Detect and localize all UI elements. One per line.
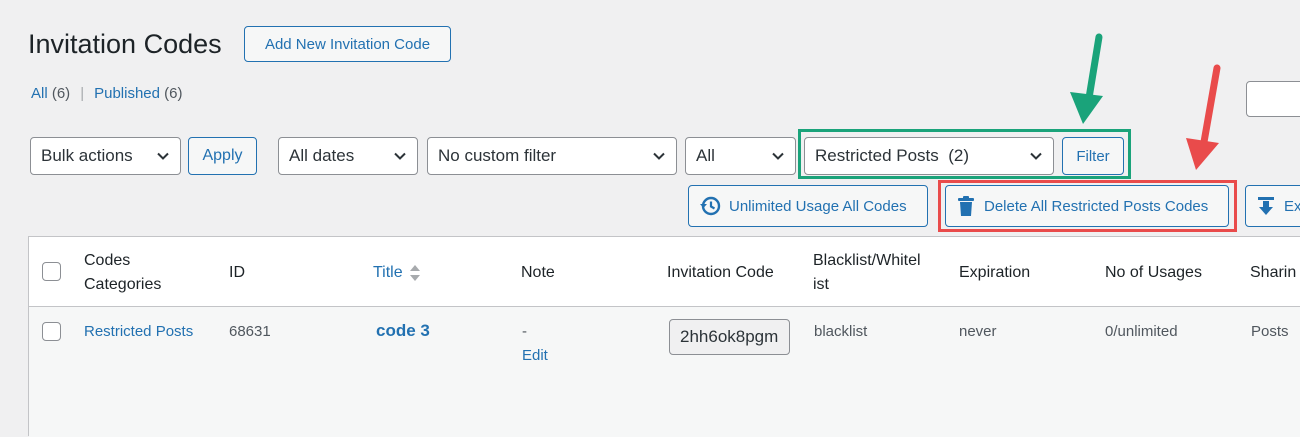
row-edit-link[interactable]: Edit <box>522 347 548 364</box>
row-expiration: never <box>959 323 997 340</box>
column-id: ID <box>229 264 245 281</box>
table-header: Codes Categories ID Title Note Invitatio… <box>29 237 1300 307</box>
row-note: - <box>522 323 527 340</box>
column-blacklist-whitelist: Blacklist/Whitel ist <box>813 252 921 293</box>
row-checkbox[interactable] <box>42 322 61 341</box>
select-all-checkbox[interactable] <box>42 262 61 281</box>
column-note: Note <box>521 264 555 281</box>
row-title-link[interactable]: code 3 <box>376 321 430 341</box>
sort-icon <box>409 265 420 281</box>
column-sharing: Sharin <box>1250 264 1297 281</box>
table-row: Restricted Posts 68631 code 3 - Edit 2hh… <box>29 307 1300 437</box>
row-sharing: Posts <box>1251 323 1289 340</box>
row-category-link[interactable]: Restricted Posts <box>84 323 193 340</box>
row-invitation-code-field[interactable]: 2hh6ok8pgm <box>669 319 790 355</box>
column-title-sortable[interactable]: Title <box>373 261 421 285</box>
row-usages: 0/unlimited <box>1105 323 1178 340</box>
codes-table: Codes Categories ID Title Note Invitatio… <box>28 236 1300 437</box>
column-codes-categories: Codes Categories <box>84 252 162 293</box>
column-expiration: Expiration <box>959 264 1031 281</box>
green-arrow-icon <box>1070 33 1103 124</box>
column-invitation-code: Invitation Code <box>667 264 774 281</box>
red-arrow-icon <box>1186 64 1221 170</box>
column-no-of-usages: No of Usages <box>1105 264 1202 281</box>
column-title-label: Title <box>373 264 403 281</box>
row-list-type: blacklist <box>814 323 868 340</box>
row-id: 68631 <box>229 323 271 340</box>
